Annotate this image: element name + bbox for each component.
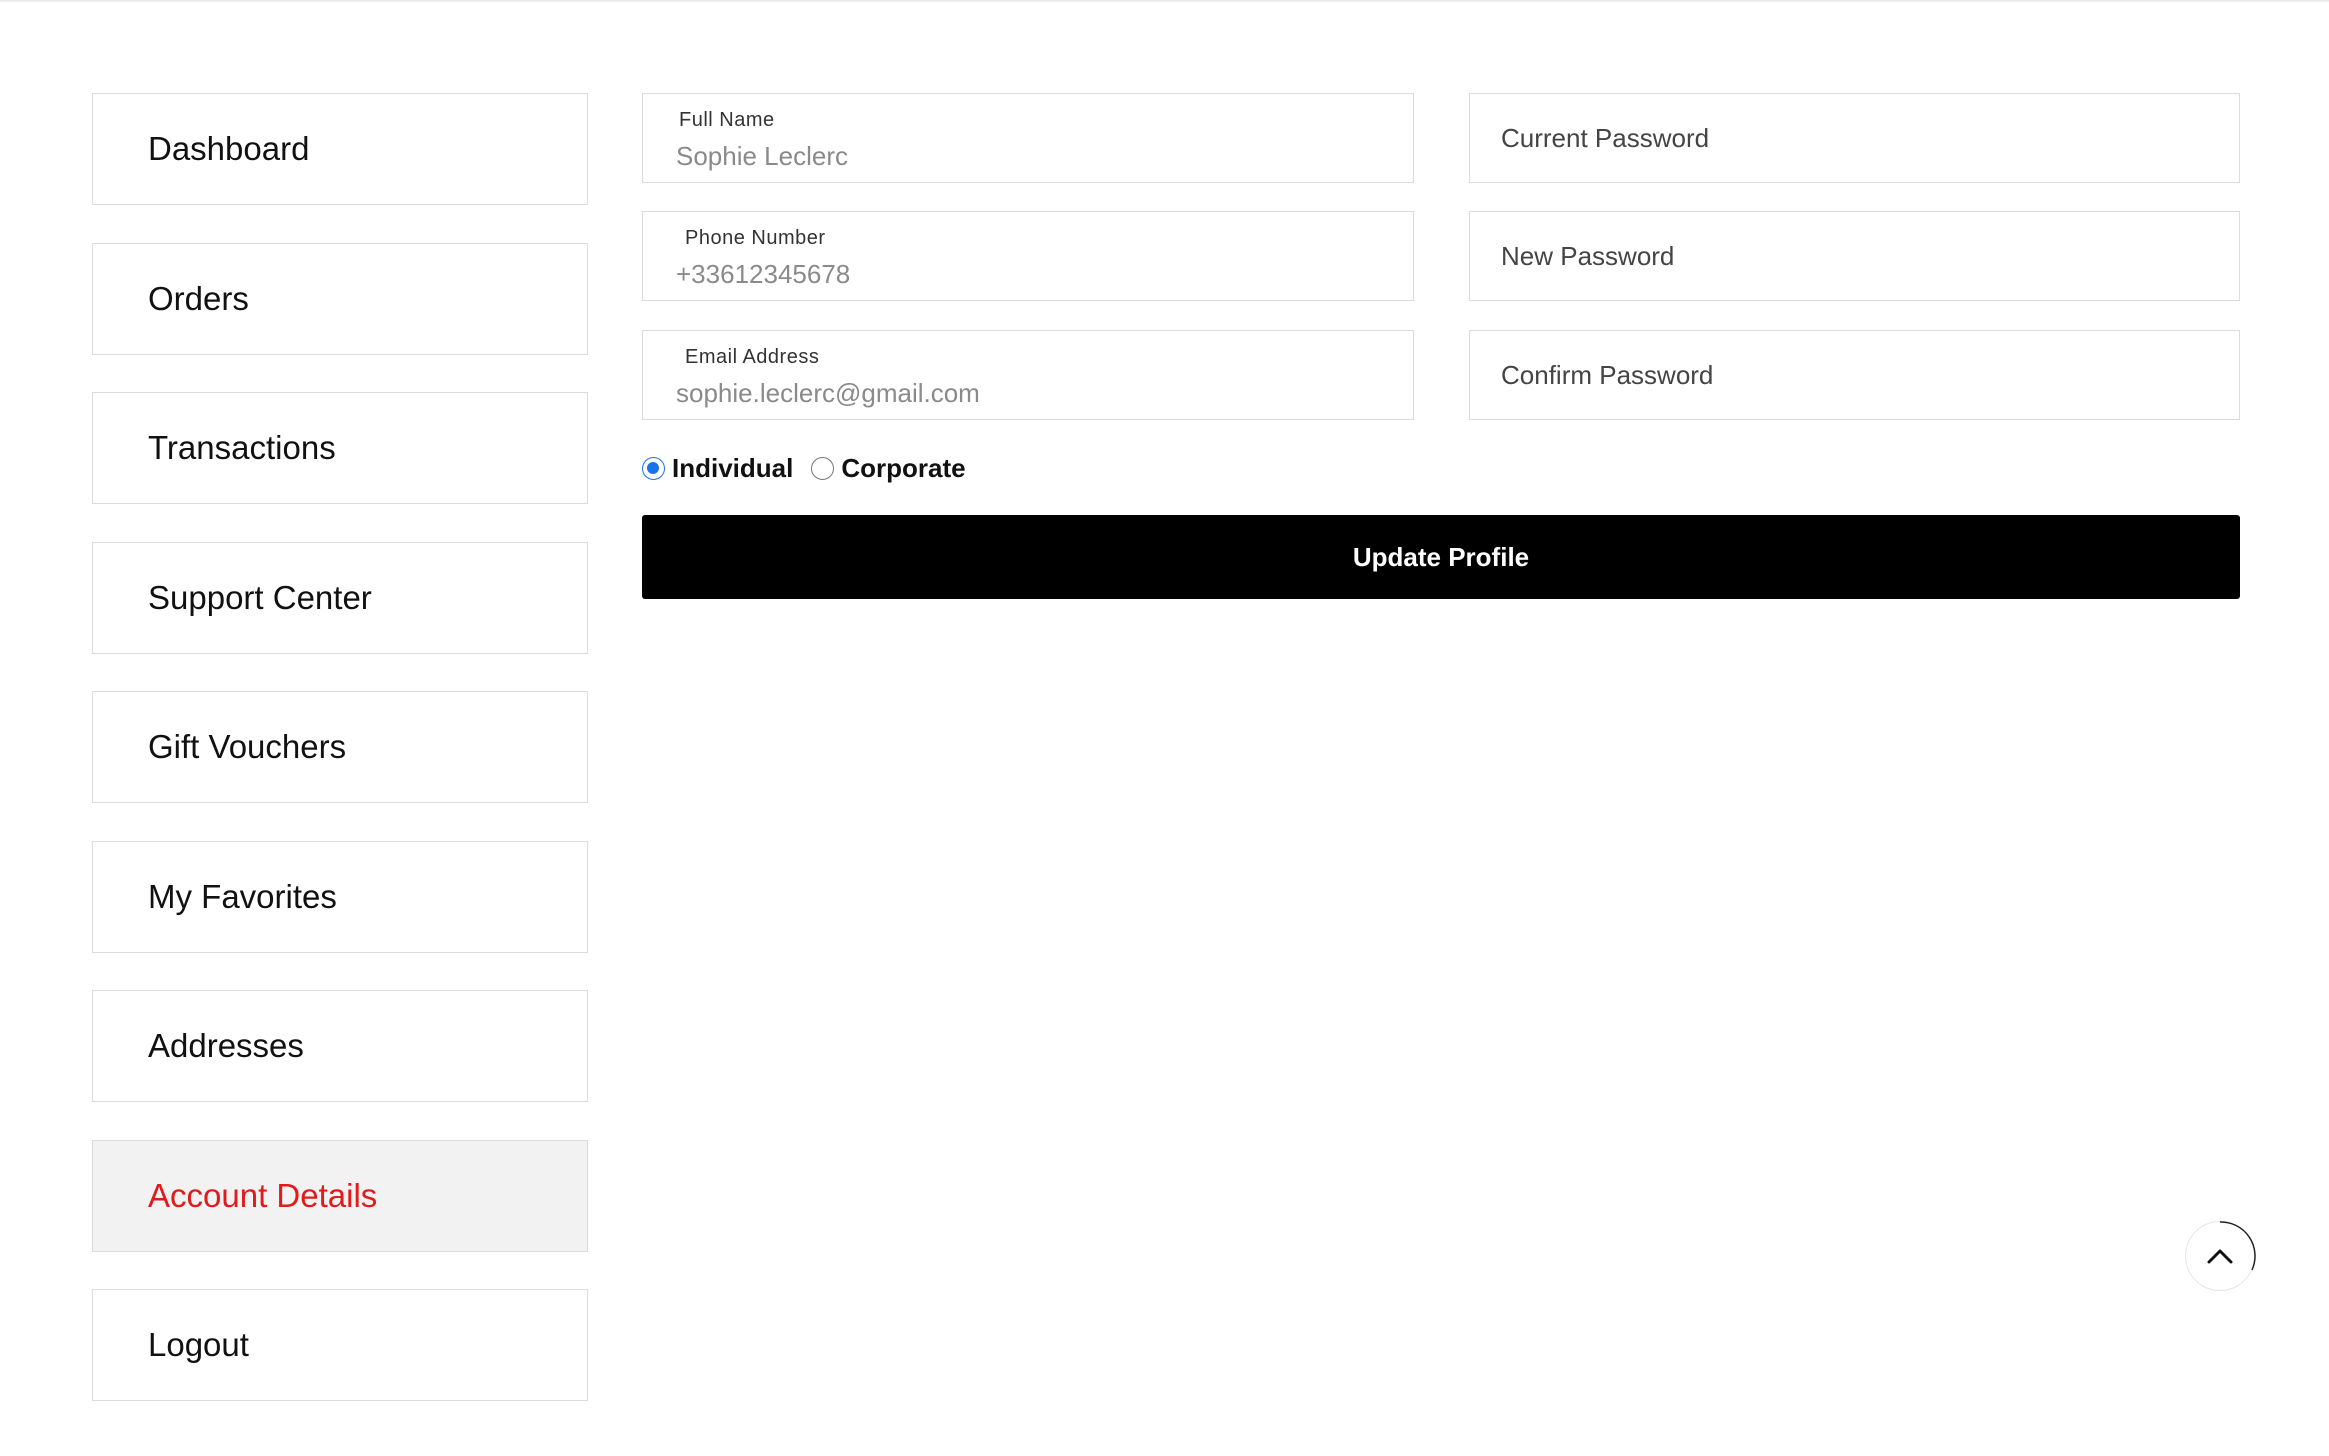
- account-type-group: Individual Corporate: [642, 450, 984, 486]
- email-address-input[interactable]: [643, 375, 1413, 411]
- corporate-radio-label[interactable]: Corporate: [841, 453, 965, 484]
- email-address-label: Email Address: [685, 346, 820, 368]
- confirm-password-field: [1469, 330, 2240, 420]
- sidebar-item-dashboard[interactable]: Dashboard: [92, 93, 588, 205]
- account-sidebar: Dashboard Orders Transactions Support Ce…: [92, 93, 588, 1439]
- update-profile-button[interactable]: Update Profile: [642, 515, 2240, 599]
- new-password-input[interactable]: [1470, 212, 2239, 300]
- email-address-field: Email Address: [642, 330, 1414, 420]
- scroll-progress-ring: [2219, 1221, 2256, 1271]
- new-password-field: [1469, 211, 2240, 301]
- corporate-radio[interactable]: [811, 456, 835, 480]
- sidebar-item-addresses[interactable]: Addresses: [92, 990, 588, 1102]
- sidebar-item-transactions[interactable]: Transactions: [92, 392, 588, 504]
- sidebar-item-my-favorites[interactable]: My Favorites: [92, 840, 588, 953]
- sidebar-item-orders[interactable]: Orders: [92, 242, 588, 355]
- scroll-to-top-button[interactable]: [2185, 1221, 2256, 1291]
- phone-number-label: Phone Number: [685, 227, 826, 249]
- full-name-label: Full Name: [679, 109, 775, 131]
- current-password-field: [1469, 93, 2240, 183]
- phone-number-field: Phone Number: [642, 211, 1414, 301]
- sidebar-item-account-details[interactable]: Account Details: [92, 1139, 588, 1252]
- current-password-input[interactable]: [1470, 94, 2239, 182]
- confirm-password-input[interactable]: [1470, 331, 2239, 419]
- top-divider: [0, 0, 2329, 3]
- individual-radio-label[interactable]: Individual: [672, 453, 793, 484]
- sidebar-item-logout[interactable]: Logout: [92, 1289, 588, 1401]
- sidebar-item-gift-vouchers[interactable]: Gift Vouchers: [92, 691, 588, 803]
- phone-number-input[interactable]: [643, 256, 1413, 292]
- individual-radio[interactable]: [642, 456, 665, 480]
- full-name-input[interactable]: [643, 138, 1413, 174]
- sidebar-item-support-center[interactable]: Support Center: [92, 541, 588, 654]
- full-name-field: Full Name: [642, 93, 1414, 183]
